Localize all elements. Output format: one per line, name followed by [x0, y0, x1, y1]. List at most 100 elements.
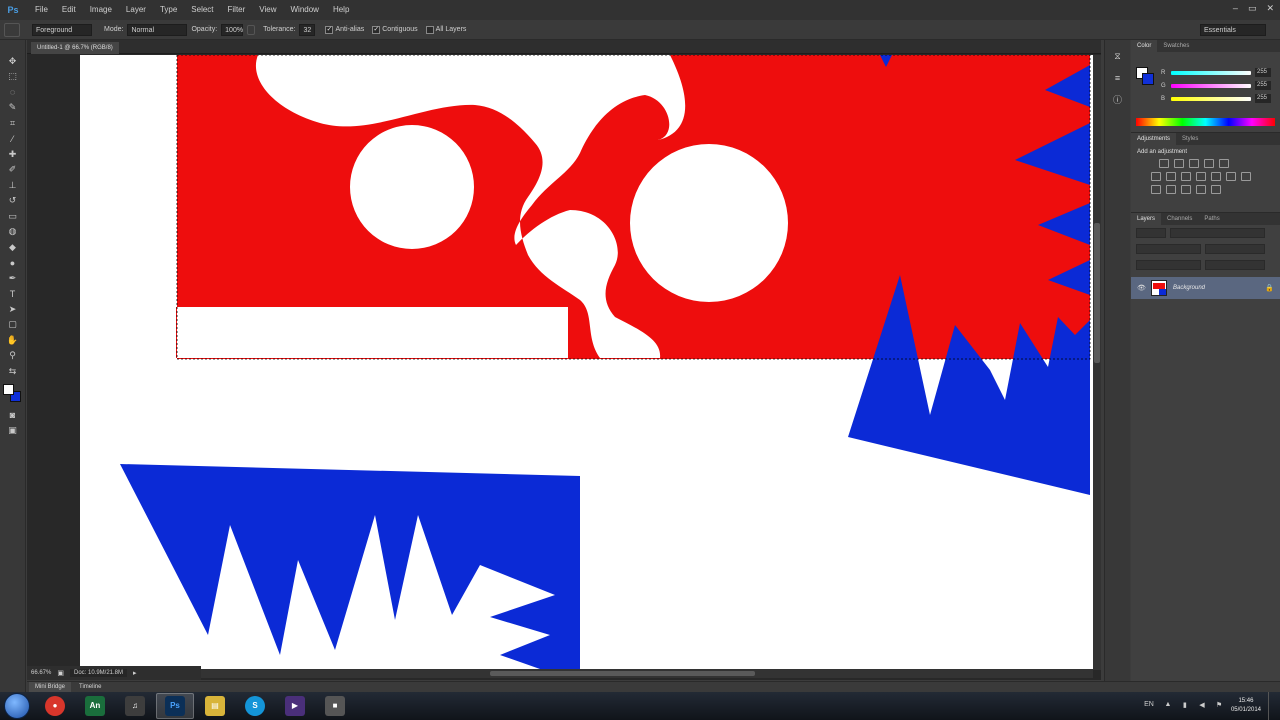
- blend-mode-select[interactable]: [1136, 244, 1201, 254]
- info-icon[interactable]: ⓘ: [1111, 94, 1125, 106]
- layer-name[interactable]: Background: [1173, 285, 1259, 291]
- foreground-color-swatch[interactable]: [2, 384, 14, 395]
- export-icon[interactable]: ▣: [57, 669, 64, 677]
- posterize-icon[interactable]: [1151, 185, 1161, 194]
- threshold-icon[interactable]: [1166, 185, 1176, 194]
- hue-saturation-icon[interactable]: [1151, 172, 1161, 181]
- taskbar-app[interactable]: ■: [316, 693, 354, 719]
- menu-select[interactable]: Select: [184, 0, 220, 20]
- screen-mode-icon[interactable]: ▣: [5, 424, 21, 438]
- layer-filter-icons[interactable]: [1170, 228, 1265, 238]
- menu-layer[interactable]: Layer: [119, 0, 153, 20]
- status-arrow-icon[interactable]: ▸: [133, 669, 137, 677]
- contiguous-checkbox-icon[interactable]: ✓: [372, 25, 381, 34]
- slider-red-track[interactable]: [1171, 70, 1251, 75]
- minimize-button[interactable]: –: [1233, 3, 1238, 14]
- tray-arrow-icon[interactable]: ▲: [1163, 701, 1173, 711]
- panel-background-swatch[interactable]: [1142, 73, 1154, 85]
- taskbar-itunes[interactable]: ♫: [116, 693, 154, 719]
- workspace-select[interactable]: Essentials: [1200, 24, 1266, 36]
- eraser-tool-icon[interactable]: ▭: [5, 209, 21, 223]
- tab-layers[interactable]: Layers: [1131, 213, 1162, 225]
- opacity-arrow-icon[interactable]: [247, 24, 256, 35]
- contiguous-option[interactable]: ✓ Contiguous: [372, 25, 418, 34]
- slider-green-value[interactable]: 255: [1255, 81, 1271, 90]
- taskbar-photoshop[interactable]: Ps: [156, 693, 194, 719]
- maximize-button[interactable]: ▭: [1248, 3, 1257, 14]
- menu-window[interactable]: Window: [284, 0, 326, 20]
- tab-channels[interactable]: Channels: [1161, 213, 1198, 225]
- vertical-scrollbar-thumb[interactable]: [1094, 223, 1100, 363]
- swap-colors-icon[interactable]: ⇆: [5, 364, 21, 378]
- gradient-map-icon[interactable]: [1196, 185, 1206, 194]
- photo-filter-icon[interactable]: [1196, 172, 1206, 181]
- type-tool-icon[interactable]: T: [5, 287, 21, 301]
- canvas[interactable]: [80, 55, 1093, 669]
- menu-help[interactable]: Help: [326, 0, 356, 20]
- rectangle-tool-icon[interactable]: ▢: [5, 318, 21, 332]
- quick-mask-icon[interactable]: ◙: [5, 408, 21, 422]
- color-spectrum[interactable]: [1136, 118, 1275, 126]
- black-white-icon[interactable]: [1181, 172, 1191, 181]
- layer-kind-filter[interactable]: [1136, 228, 1166, 238]
- curves-icon[interactable]: [1189, 159, 1199, 168]
- tab-adjustments[interactable]: Adjustments: [1131, 133, 1177, 145]
- brightness-icon[interactable]: [1159, 159, 1169, 168]
- zoom-level[interactable]: 66.67%: [31, 670, 51, 676]
- lock-options[interactable]: [1136, 260, 1201, 270]
- selective-color-icon[interactable]: [1181, 185, 1191, 194]
- healing-brush-tool-icon[interactable]: ✚: [5, 147, 21, 161]
- document-size[interactable]: Doc: 10.9M/21.8M: [69, 669, 128, 677]
- tolerance-input[interactable]: 32: [299, 23, 316, 36]
- color-lookup-icon[interactable]: [1226, 172, 1236, 181]
- tab-paths[interactable]: Paths: [1198, 213, 1225, 225]
- menu-file[interactable]: File: [28, 0, 55, 20]
- dodge-tool-icon[interactable]: ●: [5, 256, 21, 270]
- all-layers-checkbox-icon[interactable]: [425, 25, 434, 34]
- lasso-tool-icon[interactable]: ◌: [5, 85, 21, 99]
- slider-blue-value[interactable]: 255: [1255, 94, 1271, 103]
- layer-background[interactable]: 👁 Background 🔒: [1131, 277, 1280, 299]
- menu-image[interactable]: Image: [83, 0, 119, 20]
- taskbar-animate[interactable]: An: [76, 693, 114, 719]
- quick-select-tool-icon[interactable]: ✎: [5, 101, 21, 115]
- levels-icon[interactable]: [1174, 159, 1184, 168]
- mode-select[interactable]: Normal: [127, 23, 188, 36]
- move-tool-icon[interactable]: ✥: [5, 54, 21, 68]
- slider-blue[interactable]: B 255: [1131, 92, 1280, 105]
- invert-icon[interactable]: [1241, 172, 1251, 181]
- fill-source-select[interactable]: Foreground: [32, 23, 92, 36]
- network-icon[interactable]: ▮: [1180, 701, 1190, 711]
- blur-tool-icon[interactable]: ◆: [5, 240, 21, 254]
- taskbar-skype[interactable]: S: [236, 693, 274, 719]
- crop-tool-icon[interactable]: ⌗: [5, 116, 21, 130]
- horizontal-scrollbar[interactable]: [80, 669, 1093, 678]
- taskbar-chrome[interactable]: ●: [36, 693, 74, 719]
- marquee-tool-icon[interactable]: ⬚: [5, 70, 21, 84]
- document-tab[interactable]: Untitled-1 @ 66.7% (RGB/8): [31, 42, 119, 54]
- paint-bucket-tool-icon[interactable]: ◍: [5, 225, 21, 239]
- show-desktop-button[interactable]: [1268, 692, 1276, 720]
- flag-icon[interactable]: ⚑: [1214, 701, 1224, 711]
- start-button[interactable]: [4, 693, 30, 719]
- eye-icon[interactable]: 👁: [1137, 284, 1146, 292]
- color-swatches[interactable]: [2, 384, 23, 404]
- channel-mixer-icon[interactable]: [1211, 172, 1221, 181]
- layer-fill-input[interactable]: [1205, 260, 1265, 270]
- antialias-checkbox-icon[interactable]: ✓: [325, 25, 334, 34]
- pen-tool-icon[interactable]: ✒: [5, 271, 21, 285]
- hand-tool-icon[interactable]: ✋: [5, 333, 21, 347]
- menu-type[interactable]: Type: [153, 0, 184, 20]
- close-button[interactable]: ✕: [1266, 3, 1274, 14]
- tab-timeline[interactable]: Timeline: [73, 682, 107, 692]
- slider-blue-track[interactable]: [1171, 96, 1251, 101]
- clone-stamp-tool-icon[interactable]: ⊥: [5, 178, 21, 192]
- color-balance-icon[interactable]: [1166, 172, 1176, 181]
- properties-icon[interactable]: ≡: [1111, 72, 1125, 84]
- taskbar-explorer[interactable]: ▤: [196, 693, 234, 719]
- vertical-scrollbar[interactable]: [1093, 55, 1101, 670]
- menu-filter[interactable]: Filter: [221, 0, 253, 20]
- volume-icon[interactable]: ◀: [1197, 701, 1207, 711]
- all-layers-option[interactable]: All Layers: [425, 25, 466, 34]
- slider-green-track[interactable]: [1171, 83, 1251, 88]
